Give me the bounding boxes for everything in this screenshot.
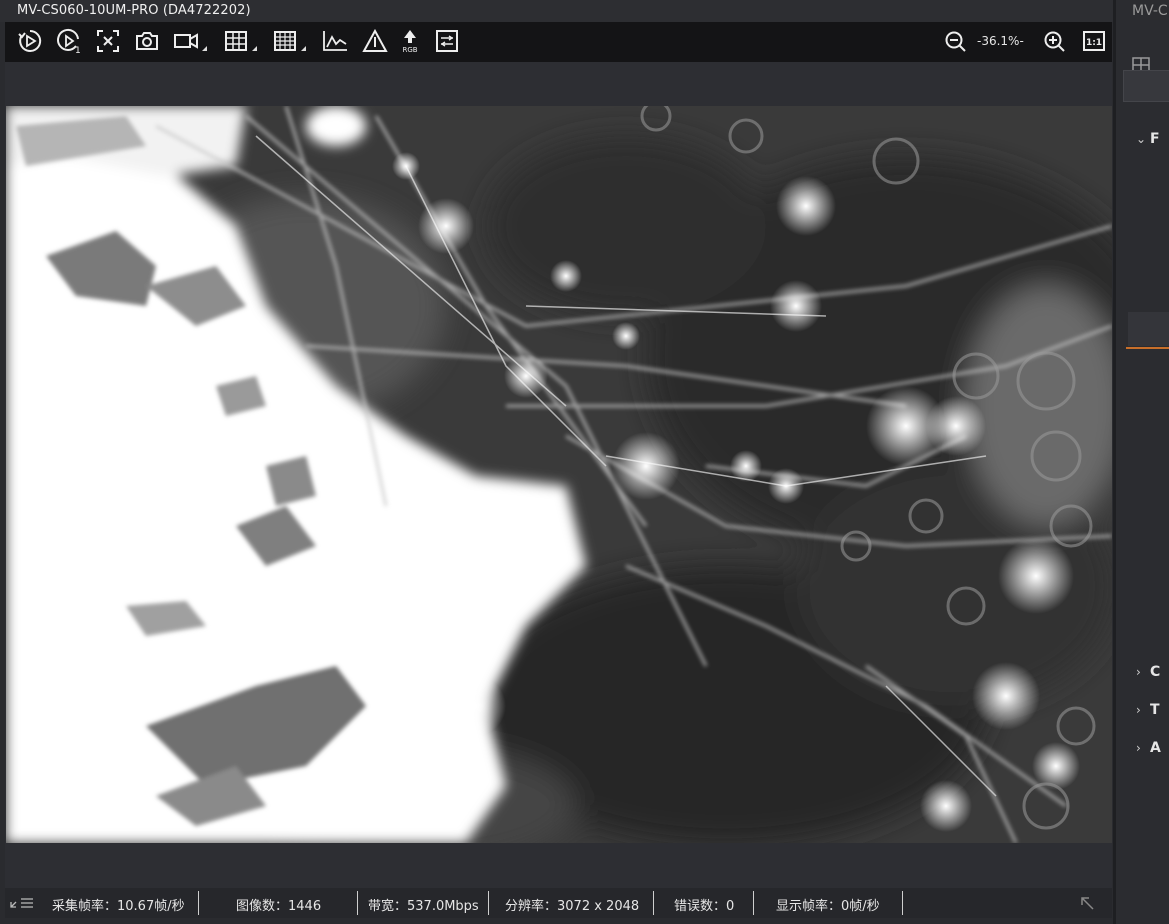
status-divider (902, 891, 903, 915)
section-a[interactable]: › A (1136, 740, 1161, 756)
grid-overlay-button[interactable] (270, 26, 306, 56)
section-t[interactable]: › T (1136, 702, 1160, 718)
actual-size-label: 1:1 (1086, 38, 1102, 48)
grid-overlay-icon (274, 31, 296, 51)
bandwidth: 带宽：537.0Mbps (368, 899, 479, 914)
snapshot-icon (136, 32, 158, 50)
grayscale-fiber-image (6, 106, 1112, 843)
stop-grab-button[interactable] (93, 26, 123, 56)
grid-dropdown-icon[interactable] (301, 46, 306, 51)
display-fps: 显示帧率：0帧/秒 (776, 899, 880, 914)
image-viewer-panel: MV-CS060-10UM-PRO (DA4722202) 1 RGB -36.… (0, 0, 1113, 924)
zoom-level: -36.1%- (977, 34, 1024, 48)
rgb-icon: RGB (402, 30, 418, 54)
snapshot-button[interactable] (132, 26, 162, 56)
histogram-button[interactable] (320, 26, 350, 56)
camera-live-image[interactable] (6, 106, 1112, 843)
crosshair-grid-icon (225, 31, 247, 51)
section-c[interactable]: › C (1136, 664, 1160, 680)
warning-icon (362, 28, 388, 52)
record-button[interactable] (171, 26, 207, 56)
single-grab-icon: 1 (57, 28, 81, 54)
status-divider (488, 891, 489, 915)
warning-button[interactable] (360, 26, 390, 56)
section-feature[interactable]: ⌄ F (1136, 131, 1160, 147)
acquisition-fps: 采集帧率：10.67帧/秒 (52, 899, 185, 914)
chevron-right-icon: › (1136, 703, 1141, 717)
status-divider (198, 891, 199, 915)
adjust-button[interactable] (432, 26, 462, 56)
chevron-right-icon: › (1136, 665, 1141, 679)
restore-arrow-icon[interactable] (1080, 896, 1094, 910)
zoom-out-button[interactable] (940, 26, 970, 56)
status-divider (357, 891, 358, 915)
rgb-button[interactable]: RGB (395, 26, 425, 56)
record-icon (174, 33, 198, 49)
status-collapse-icon[interactable] (10, 897, 34, 909)
chevron-right-icon: › (1136, 741, 1141, 755)
status-divider (653, 891, 654, 915)
zoom-out-icon (945, 31, 966, 52)
image-count: 图像数：1446 (236, 899, 322, 914)
status-bar: 采集帧率：10.67帧/秒 图像数：1446 带宽：537.0Mbps 分辨率：… (5, 888, 1112, 918)
image-display-area[interactable] (5, 62, 1112, 888)
status-divider (753, 891, 754, 915)
start-grab-icon (18, 29, 42, 52)
selection-accent-line (1126, 347, 1169, 349)
selected-property-row[interactable] (1128, 312, 1169, 346)
svg-text:1: 1 (75, 46, 81, 54)
rgb-caption: RGB (402, 46, 417, 54)
actual-size-button[interactable]: 1:1 (1079, 26, 1109, 56)
camera-title: MV-CS060-10UM-PRO (DA4722202) (17, 3, 251, 18)
properties-search-input[interactable] (1123, 70, 1169, 102)
start-grab-button[interactable] (15, 26, 45, 56)
properties-panel: MV-C ⌄ F › C › T › A (1113, 0, 1169, 924)
crosshair-dropdown-icon[interactable] (252, 46, 257, 51)
properties-title: MV-C (1132, 3, 1168, 19)
crosshair-button[interactable] (221, 26, 257, 56)
stop-grab-icon (97, 30, 119, 52)
resolution: 分辨率：3072 x 2048 (505, 899, 640, 914)
zoom-in-icon (1044, 31, 1065, 52)
histogram-icon (323, 31, 347, 51)
zoom-in-button[interactable] (1039, 26, 1069, 56)
chevron-down-icon: ⌄ (1136, 132, 1147, 146)
viewer-title-bar: MV-CS060-10UM-PRO (DA4722202) (0, 0, 1113, 22)
error-count: 错误数：0 (674, 899, 735, 914)
single-grab-button[interactable]: 1 (54, 26, 84, 56)
viewer-toolbar: 1 RGB -36.1%- 1:1 (5, 22, 1112, 62)
actual-size-icon: 1:1 (1083, 31, 1105, 51)
adjust-icon (436, 30, 458, 52)
properties-toolbar (1116, 24, 1169, 73)
record-dropdown-icon[interactable] (202, 46, 207, 51)
